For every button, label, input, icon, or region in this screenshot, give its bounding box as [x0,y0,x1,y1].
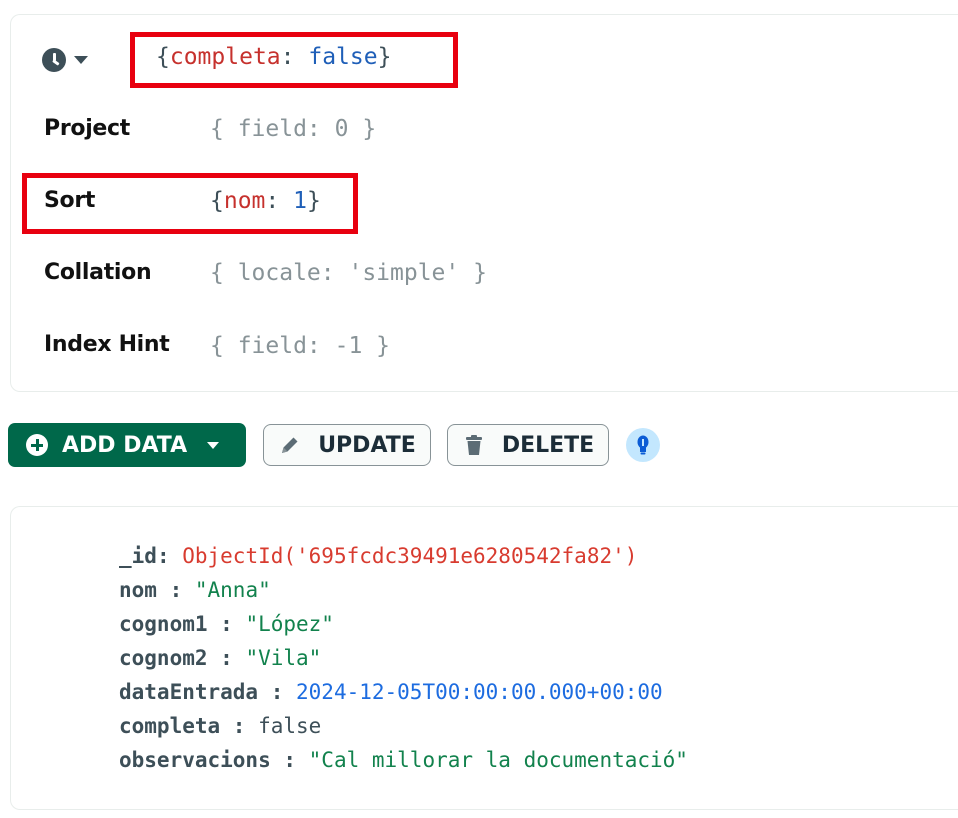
field-key: observacions [119,748,271,772]
lightbulb-button[interactable] [626,428,660,462]
document-field-row: dataEntrada : 2024-12-05T00:00:00.000+00… [119,680,663,704]
field-key: nom [119,578,157,602]
field-separator: : [258,680,297,704]
delete-button[interactable]: DELETE [447,424,609,466]
field-separator: : [207,646,246,670]
document-field-row: cognom1 : "López" [119,612,334,636]
sort-highlight-box [22,173,358,234]
plus-circle-icon [26,434,48,456]
field-value[interactable]: ObjectId('695fcdc39491e6280542fa82') [182,544,637,568]
trash-icon [465,435,482,455]
field-value[interactable]: false [258,714,321,738]
lightbulb-icon [637,435,649,455]
field-key: cognom2 [119,646,208,670]
document-field-row: cognom2 : "Vila" [119,646,321,670]
field-separator: : [207,612,246,636]
add-data-label: ADD DATA [62,432,188,458]
project-label: Project [44,116,131,141]
field-key: completa [119,714,221,738]
document-field-row: observacions : "Cal millorar la document… [119,748,688,772]
field-key: cognom1 [119,612,208,636]
index-hint-label: Index Hint [44,332,170,357]
query-history-button[interactable] [42,46,102,74]
update-button[interactable]: UPDATE [263,424,431,466]
collation-input[interactable]: { locale: 'simple' } [210,260,487,286]
filter-highlight-box [130,32,458,88]
collation-label: Collation [44,260,152,285]
pencil-icon [282,437,298,453]
field-separator: : [156,544,183,568]
document-field-row: completa : false [119,714,321,738]
field-value[interactable]: "Vila" [245,646,321,670]
field-separator: : [270,748,309,772]
project-input[interactable]: { field: 0 } [210,116,376,142]
field-key: dataEntrada [119,680,259,704]
field-separator: : [156,578,195,602]
field-separator: : [220,714,259,738]
field-value[interactable]: "Anna" [195,578,271,602]
index-hint-input[interactable]: { field: -1 } [210,333,390,359]
chevron-down-icon [74,56,88,64]
field-value[interactable]: "Cal millorar la documentació" [309,748,688,772]
document-field-row: _id: ObjectId('695fcdc39491e6280542fa82'… [119,544,637,568]
field-key: _id [119,544,157,568]
add-data-button[interactable]: ADD DATA [8,423,246,467]
delete-label: DELETE [501,432,595,458]
clock-icon [42,48,66,72]
update-label: UPDATE [318,432,416,458]
document-field-row: nom : "Anna" [119,578,271,602]
field-value[interactable]: "López" [245,612,334,636]
chevron-down-icon [207,441,220,449]
field-value[interactable]: 2024-12-05T00:00:00.000+00:00 [296,680,663,704]
